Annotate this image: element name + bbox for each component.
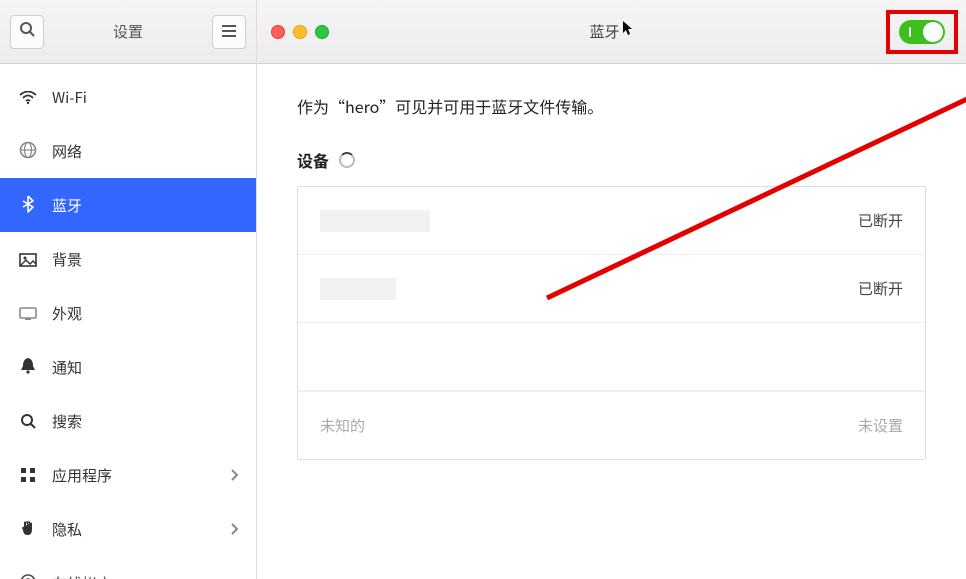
window-controls — [271, 25, 329, 39]
device-list-footer[interactable]: 未知的 未设置 — [298, 391, 925, 459]
device-status: 已断开 — [858, 210, 903, 231]
globe-icon — [18, 139, 38, 164]
sidebar-item-appearance[interactable]: 外观 — [0, 286, 256, 340]
window-close-button[interactable] — [271, 25, 285, 39]
sidebar-item-label: 隐私 — [52, 519, 216, 540]
sidebar-item-label: 在线帐户 — [52, 573, 238, 579]
window-minimize-button[interactable] — [293, 25, 307, 39]
bluetooth-toggle[interactable] — [899, 20, 945, 44]
sidebar-item-bluetooth[interactable]: 蓝牙 — [0, 178, 256, 232]
sidebar-title: 设置 — [52, 21, 204, 42]
image-icon — [18, 247, 38, 272]
content-pane: 蓝牙 作为“hero”可见并可用于蓝牙文件传输。 设备 已断开 — [257, 0, 966, 579]
devices-section-title: 设备 — [297, 148, 355, 172]
sidebar-item-network[interactable]: 网络 — [0, 124, 256, 178]
window-maximize-button[interactable] — [315, 25, 329, 39]
device-row[interactable]: 已断开 — [298, 255, 925, 323]
sidebar-item-applications[interactable]: 应用程序 — [0, 448, 256, 502]
visibility-description: 作为“hero”可见并可用于蓝牙文件传输。 — [297, 94, 926, 118]
footer-left-label: 未知的 — [320, 415, 365, 436]
sidebar-item-notifications[interactable]: 通知 — [0, 340, 256, 394]
loading-spinner-icon — [339, 152, 355, 168]
at-icon — [18, 571, 38, 579]
chevron-right-icon — [230, 465, 238, 486]
sidebar-item-search[interactable]: 搜索 — [0, 394, 256, 448]
cursor-icon — [622, 20, 634, 41]
device-list: 已断开 已断开 未知的 未设置 — [297, 186, 926, 460]
bell-icon — [18, 355, 38, 380]
sidebar-item-label: 应用程序 — [52, 465, 216, 486]
sidebar-item-wifi[interactable]: Wi-Fi — [0, 70, 256, 124]
device-name-redacted — [320, 278, 396, 300]
wifi-icon — [18, 85, 38, 110]
chevron-right-icon — [230, 519, 238, 540]
sidebar-item-online-accounts[interactable]: 在线帐户 — [0, 556, 256, 579]
sidebar-item-privacy[interactable]: 隐私 — [0, 502, 256, 556]
appearance-icon — [18, 301, 38, 326]
sidebar-item-background[interactable]: 背景 — [0, 232, 256, 286]
annotation-highlight-box — [886, 10, 958, 54]
sidebar-item-label: 通知 — [52, 357, 238, 378]
page-title: 蓝牙 — [589, 21, 633, 42]
sidebar-header: 设置 — [0, 0, 256, 64]
hand-icon — [18, 517, 38, 542]
content-header: 蓝牙 — [257, 0, 966, 64]
sidebar-item-label: 外观 — [52, 303, 238, 324]
bluetooth-icon — [18, 193, 38, 218]
sidebar-item-label: 网络 — [52, 141, 238, 162]
search-icon — [18, 409, 38, 434]
device-name-redacted — [320, 210, 430, 232]
apps-icon — [18, 463, 38, 488]
device-status: 已断开 — [858, 278, 903, 299]
search-icon — [19, 21, 35, 42]
sidebar-nav: Wi-Fi 网络 蓝牙 背景 — [0, 64, 256, 579]
sidebar-item-label: 背景 — [52, 249, 238, 270]
hamburger-icon — [222, 21, 236, 42]
sidebar-item-label: Wi-Fi — [52, 87, 238, 108]
search-button[interactable] — [10, 15, 44, 49]
page-title-text: 蓝牙 — [589, 21, 619, 42]
sidebar-item-label: 蓝牙 — [52, 195, 238, 216]
content-body: 作为“hero”可见并可用于蓝牙文件传输。 设备 已断开 已断开 — [257, 64, 966, 579]
sidebar-item-label: 搜索 — [52, 411, 238, 432]
menu-button[interactable] — [212, 15, 246, 49]
devices-section-label: 设备 — [297, 148, 329, 172]
device-row-empty — [298, 323, 925, 391]
settings-sidebar: 设置 Wi-Fi 网络 — [0, 0, 257, 579]
footer-right-label: 未设置 — [858, 415, 903, 436]
device-row[interactable]: 已断开 — [298, 187, 925, 255]
